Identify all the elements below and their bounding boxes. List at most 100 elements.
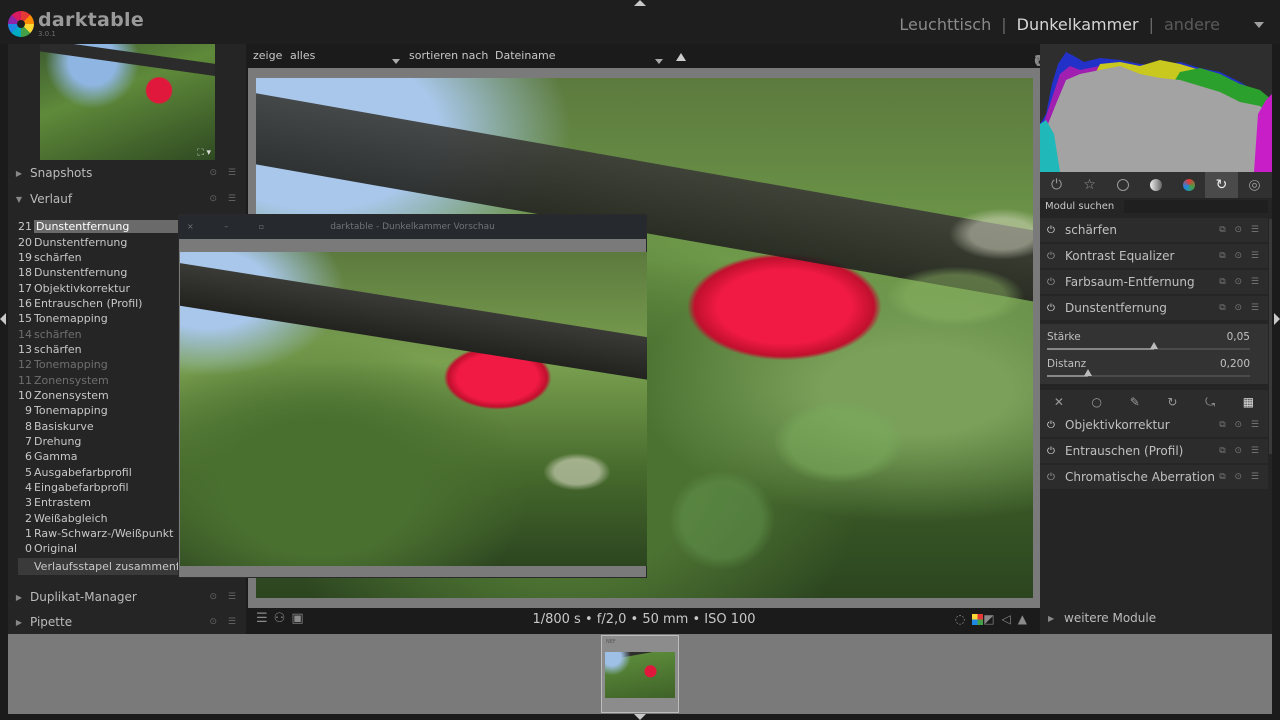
module-controls-icon[interactable]: ⧉ ⊙ ☰ — [1219, 277, 1262, 287]
view-lighttable[interactable]: Leuchttisch — [899, 15, 991, 34]
thumbnail-image — [605, 652, 675, 698]
history-item-label: Gamma — [34, 450, 78, 464]
softproof-icon[interactable] — [972, 612, 984, 626]
history-item-label: Zonensystem — [34, 373, 109, 387]
show-dropdown-icon[interactable] — [392, 54, 400, 67]
slider-track[interactable] — [1047, 369, 1250, 377]
filmstrip-thumbnail[interactable]: NEF — [601, 635, 679, 713]
more-modules-section[interactable]: ▶ weitere Module — [1040, 610, 1272, 630]
history-item-label: schärfen — [34, 327, 82, 341]
show-filter-dropdown[interactable]: alles — [290, 49, 315, 62]
bulb-icon[interactable]: ◌ — [955, 612, 972, 626]
color-group-icon[interactable] — [1172, 172, 1205, 198]
module-controls-icon[interactable]: ⧉ ⊙ ☰ — [1219, 420, 1262, 430]
module-power-icon[interactable]: ⏻ — [1047, 446, 1059, 457]
tone-group-icon[interactable] — [1139, 172, 1172, 198]
sort-order-icon[interactable] — [676, 51, 686, 64]
collapse-top-panel-arrow-icon[interactable] — [634, 0, 646, 6]
module-row[interactable]: ⏻ Chromatische Aberration ⧉ ⊙ ☰ — [1040, 465, 1268, 489]
section-history[interactable]: ▼ Verlauf ⊙ ☰ — [8, 187, 246, 211]
history-item-label: Objektivkorrektur — [34, 281, 130, 295]
section-snapshots[interactable]: ▶ Snapshots ⊙ ☰ — [8, 161, 246, 185]
basic-group-icon[interactable] — [1106, 172, 1139, 198]
section-pipette[interactable]: ▶ Pipette ⊙ ☰ — [8, 610, 246, 634]
module-row[interactable]: ⏻ schärfen ⧉ ⊙ ☰ — [1040, 218, 1268, 242]
history-item-number: 21 — [18, 220, 32, 234]
view-other[interactable]: andere — [1164, 15, 1220, 34]
second-preview-window[interactable]: × – ▫ darktable - Dunkelkammer Vorschau — [178, 214, 647, 578]
section-duplicate-manager[interactable]: ▶ Duplikat-Manager ⊙ ☰ — [8, 585, 246, 609]
center-bottom-toolbar: ☰⚇▣ 1/800 s • f/2,0 • 50 mm • ISO 100 ◌ ◩… — [248, 608, 1040, 632]
section-controls-icon[interactable]: ⊙ ☰ — [210, 592, 240, 602]
navigation-preview[interactable]: ⛶ ▾ — [40, 44, 215, 160]
favorites-star-icon[interactable]: ☆ — [1073, 172, 1106, 198]
expand-arrow-icon: ▶ — [15, 592, 23, 602]
views-dropdown-icon[interactable] — [1254, 22, 1264, 28]
raw-overexposed-icon[interactable]: ◁ — [1002, 612, 1018, 626]
blend-mode-row: ✕ ○ ✎ ↻ ⤿ ▦ — [1040, 390, 1268, 414]
view-separator: | — [1001, 15, 1007, 34]
module-label: Dunstentfernung — [1065, 301, 1167, 315]
slider-handle-icon[interactable] — [1083, 369, 1092, 376]
history-item-label: Ausgabefarbprofil — [34, 465, 132, 479]
collapse-filmstrip-arrow-icon[interactable] — [634, 714, 646, 720]
module-controls-icon[interactable]: ⧉ ⊙ ☰ — [1219, 303, 1262, 313]
module-scrollbar[interactable] — [1269, 219, 1272, 454]
slider-handle-icon[interactable] — [1149, 342, 1158, 349]
warning-icon[interactable]: ▲ — [1018, 612, 1034, 626]
collapse-arrow-icon: ▼ — [15, 194, 23, 204]
slider-track[interactable] — [1047, 342, 1250, 350]
module-search-label: Modul suchen — [1045, 201, 1115, 212]
module-row[interactable]: ⏻ Farbsaum-Entfernung ⧉ ⊙ ☰ — [1040, 270, 1268, 294]
history-item-number: 4 — [25, 481, 32, 495]
collapse-right-panel-arrow-icon[interactable] — [1274, 313, 1280, 325]
show-label: zeige — [253, 49, 283, 62]
history-item-number: 7 — [25, 434, 32, 448]
preview-window-titlebar[interactable]: × – ▫ darktable - Dunkelkammer Vorschau — [179, 215, 646, 239]
drawn-mask-icon[interactable]: ✎ — [1130, 395, 1140, 409]
raster-mask-icon[interactable]: ▦ — [1243, 395, 1254, 409]
collapse-left-panel-arrow-icon[interactable] — [0, 313, 6, 325]
module-power-icon[interactable]: ⏻ — [1047, 472, 1059, 483]
combined-mask-icon[interactable]: ⤿ — [1205, 395, 1215, 410]
module-power-icon[interactable]: ⏻ — [1047, 277, 1059, 288]
power-icon[interactable]: ⏻ — [1040, 172, 1073, 198]
view-darkroom[interactable]: Dunkelkammer — [1017, 15, 1139, 34]
module-power-icon[interactable]: ⏻ — [1047, 225, 1059, 236]
preview-window-title: darktable - Dunkelkammer Vorschau — [330, 222, 495, 232]
zoom-fit-icon[interactable]: ⛶ ▾ — [197, 148, 211, 158]
history-item-label: Entrauschen (Profil) — [34, 296, 143, 310]
module-row[interactable]: ⏻ Kontrast Equalizer ⧉ ⊙ ☰ — [1040, 244, 1268, 268]
compress-history-button[interactable]: Verlaufsstapel zusammenfassen — [18, 558, 182, 575]
module-search-input[interactable] — [1124, 200, 1268, 213]
section-label: Snapshots — [30, 166, 93, 180]
module-row[interactable]: ⏻ Objektivkorrektur ⧉ ⊙ ☰ — [1040, 413, 1268, 437]
module-controls-icon[interactable]: ⧉ ⊙ ☰ — [1219, 225, 1262, 235]
module-power-icon[interactable]: ⏻ — [1047, 251, 1059, 262]
section-controls-icon[interactable]: ⊙ ☰ — [210, 168, 240, 178]
module-controls-icon[interactable]: ⧉ ⊙ ☰ — [1219, 251, 1262, 261]
histogram[interactable] — [1040, 44, 1272, 172]
sort-dropdown[interactable]: Dateiname — [495, 49, 556, 62]
gamut-check-icon[interactable]: ◩ — [983, 612, 1001, 626]
history-item-number: 17 — [18, 281, 32, 295]
history-item-number: 0 — [25, 542, 32, 556]
effects-group-icon[interactable]: ◎ — [1238, 172, 1271, 198]
history-item-number: 5 — [25, 465, 32, 479]
module-label: Chromatische Aberration — [1065, 470, 1215, 484]
parametric-mask-icon[interactable]: ↻ — [1167, 395, 1177, 409]
module-power-icon[interactable]: ⏻ — [1047, 303, 1059, 314]
module-power-icon[interactable]: ⏻ — [1047, 420, 1059, 431]
module-row[interactable]: ⏻ Entrauschen (Profil) ⧉ ⊙ ☰ — [1040, 439, 1268, 463]
module-row[interactable]: ⏻ Dunstentfernung ⧉ ⊙ ☰ — [1040, 296, 1268, 320]
correction-group-icon[interactable]: ↻ — [1205, 172, 1238, 198]
blend-uniform-icon[interactable]: ○ — [1092, 395, 1102, 409]
section-controls-icon[interactable]: ⊙ ☰ — [210, 194, 240, 204]
window-controls-icon[interactable]: × – ▫ — [187, 215, 278, 239]
module-controls-icon[interactable]: ⧉ ⊙ ☰ — [1219, 472, 1262, 482]
sort-dropdown-icon[interactable] — [655, 54, 663, 67]
module-controls-icon[interactable]: ⧉ ⊙ ☰ — [1219, 446, 1262, 456]
history-item-number: 6 — [25, 450, 32, 464]
section-controls-icon[interactable]: ⊙ ☰ — [210, 617, 240, 627]
blend-off-icon[interactable]: ✕ — [1054, 395, 1064, 409]
